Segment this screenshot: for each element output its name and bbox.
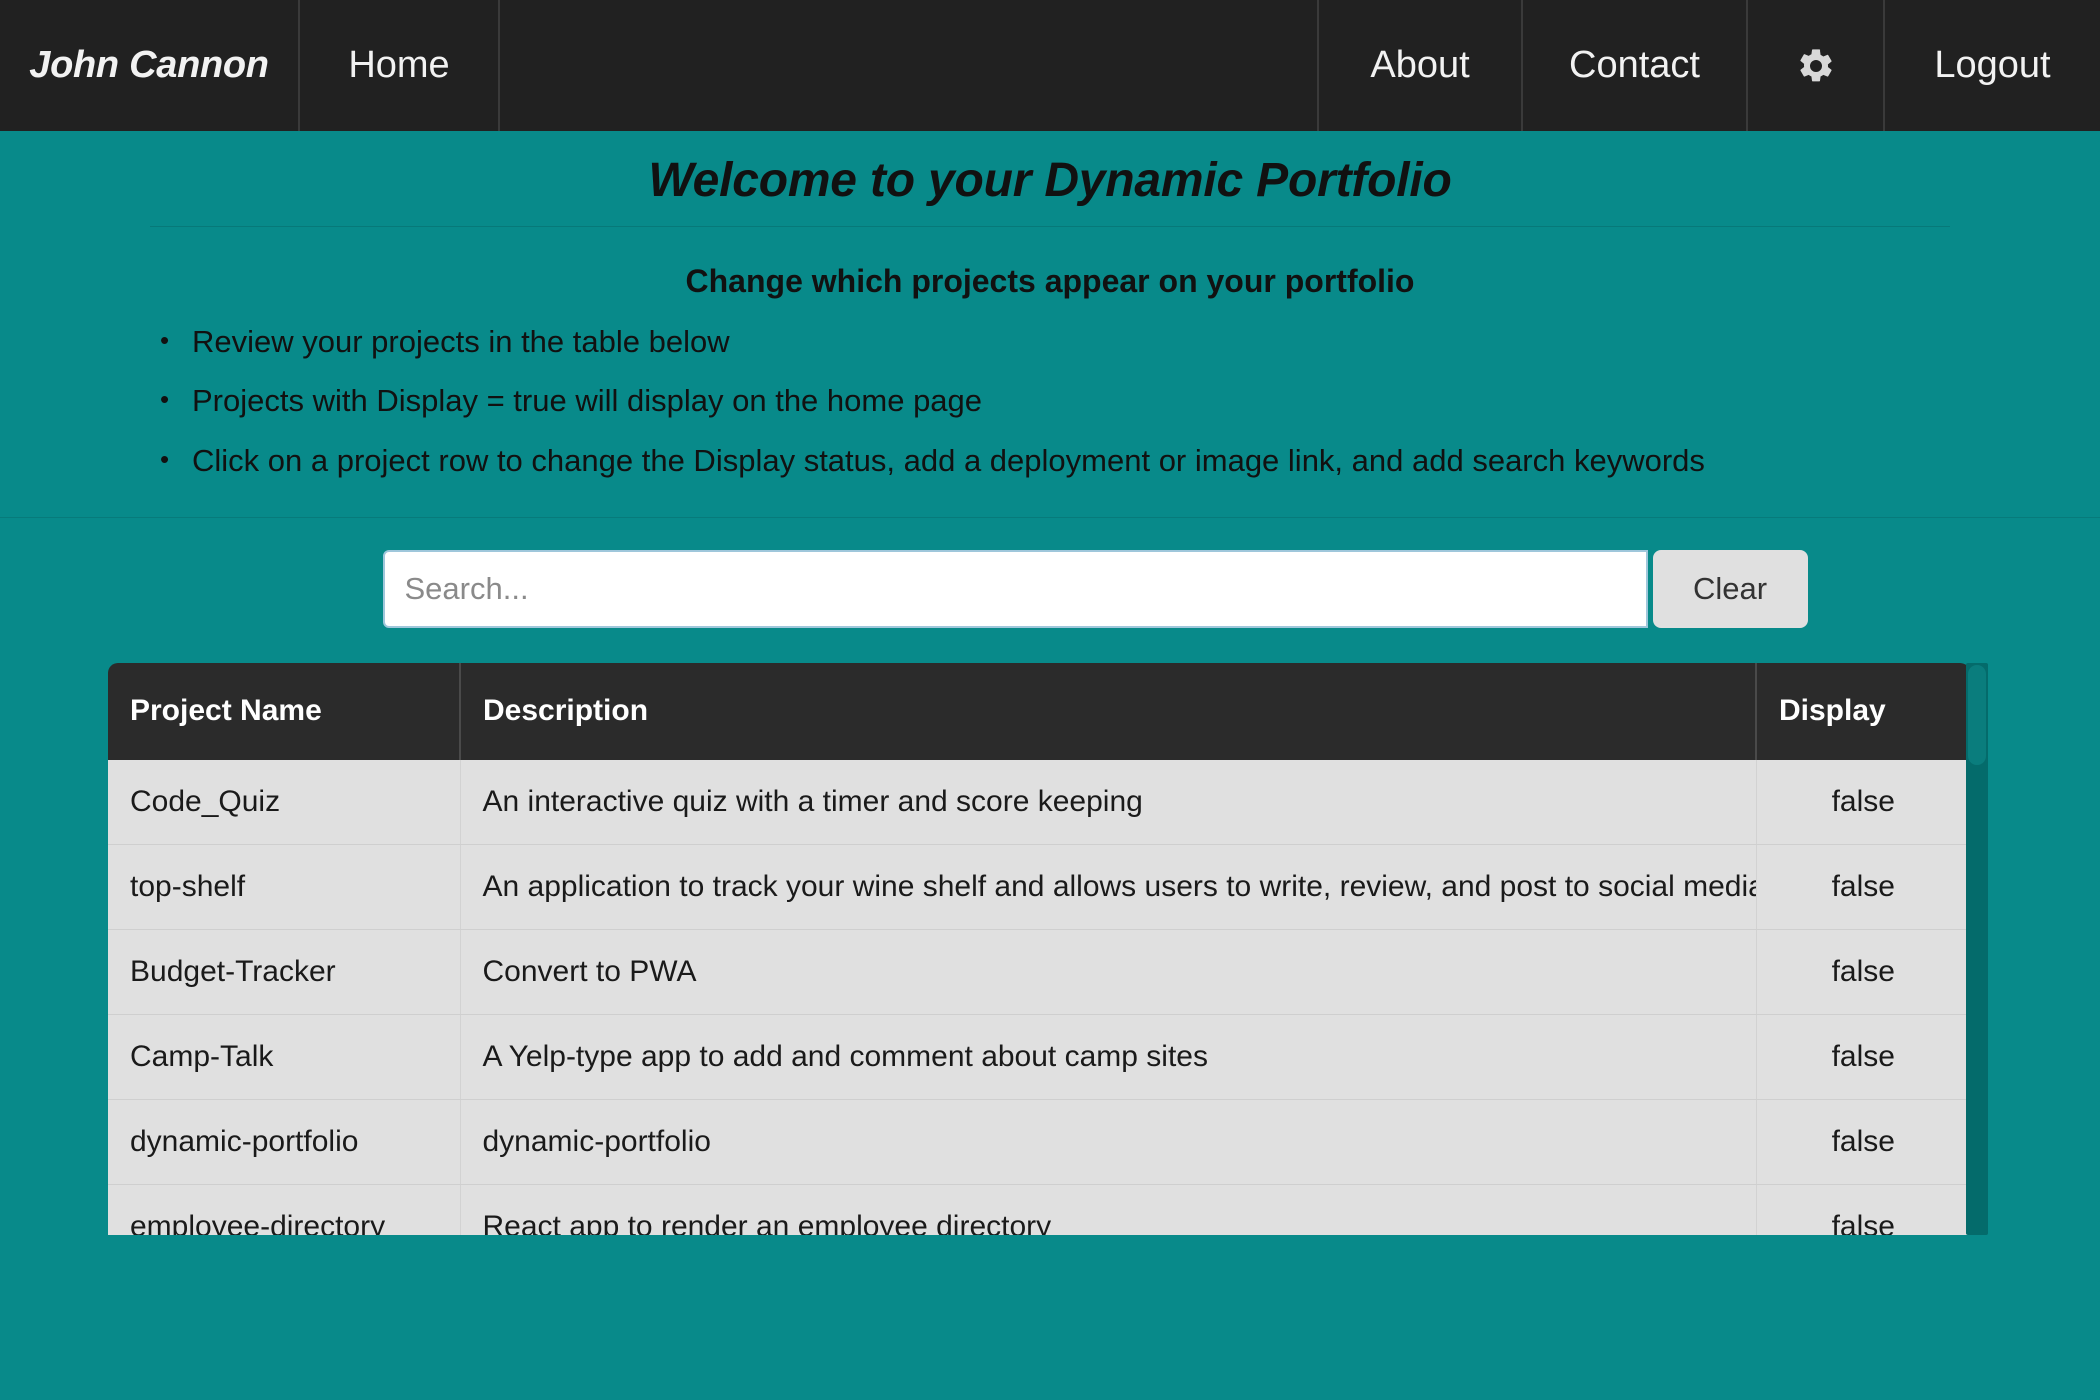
table-row[interactable]: top-shelf An application to track your w…: [108, 844, 1970, 931]
column-header-project-name[interactable]: Project Name: [108, 662, 461, 760]
search-bar: Clear: [0, 518, 2100, 628]
nav-brand[interactable]: John Cannon: [0, 0, 300, 131]
instructions-list: Review your projects in the table below …: [0, 312, 2100, 491]
table-row[interactable]: Code_Quiz An interactive quiz with a tim…: [108, 759, 1970, 846]
cell-project-name: top-shelf: [108, 844, 461, 931]
cell-project-name: Code_Quiz: [108, 759, 461, 846]
table-scrollbar[interactable]: [1966, 662, 1988, 1235]
nav-about-label: About: [1370, 44, 1470, 86]
list-item: Review your projects in the table below: [160, 312, 2100, 372]
table-row[interactable]: Budget-Tracker Convert to PWA false: [108, 929, 1970, 1016]
page-title: Welcome to your Dynamic Portfolio: [648, 154, 1452, 207]
cell-project-name: Budget-Tracker: [108, 929, 461, 1016]
table-scrollbar-thumb[interactable]: [1968, 664, 1986, 765]
cell-description: Convert to PWA: [460, 929, 1757, 1016]
clear-button[interactable]: Clear: [1652, 549, 1808, 628]
search-group: Clear: [382, 549, 1808, 628]
list-item: Click on a project row to change the Dis…: [160, 431, 2100, 491]
navbar-spacer: [500, 0, 1319, 131]
nav-contact-label: Contact: [1569, 44, 1700, 86]
column-header-description[interactable]: Description: [460, 662, 1757, 760]
nav-logout-label: Logout: [1934, 44, 2051, 86]
cell-description: dynamic-portfolio: [460, 1099, 1757, 1186]
cell-project-name: dynamic-portfolio: [108, 1099, 461, 1186]
nav-home-label: Home: [348, 44, 450, 86]
projects-table-body: Code_Quiz An interactive quiz with a tim…: [108, 759, 1970, 1235]
column-header-display[interactable]: Display: [1756, 662, 1970, 760]
cell-display: false: [1756, 759, 1970, 846]
cell-project-name: employee-directory: [108, 1184, 461, 1235]
cell-description: An interactive quiz with a timer and sco…: [460, 759, 1757, 846]
page-subtitle: Change which projects appear on your por…: [685, 262, 1415, 299]
nav-item-settings[interactable]: [1748, 0, 1885, 131]
nav-item-logout[interactable]: Logout: [1885, 0, 2100, 131]
page-header: Welcome to your Dynamic Portfolio Change…: [0, 131, 2100, 517]
gear-icon: [1796, 46, 1836, 86]
search-input[interactable]: [382, 549, 1648, 628]
projects-table-container: Project Name Description Display Code_Qu…: [108, 662, 1988, 1235]
cell-project-name: Camp-Talk: [108, 1014, 461, 1101]
cell-display: false: [1756, 1014, 1970, 1101]
cell-description: A Yelp-type app to add and comment about…: [460, 1014, 1757, 1101]
nav-item-home[interactable]: Home: [300, 0, 500, 131]
projects-table: Project Name Description Display Code_Qu…: [108, 662, 1970, 1235]
cell-display: false: [1756, 844, 1970, 931]
table-row[interactable]: Camp-Talk A Yelp-type app to add and com…: [108, 1014, 1970, 1101]
list-item: Projects with Display = true will displa…: [160, 371, 2100, 431]
cell-description: React app to render an employee director…: [460, 1184, 1757, 1235]
cell-display: false: [1756, 1184, 1970, 1235]
table-header-row: Project Name Description Display: [108, 662, 1970, 760]
nav-brand-label: John Cannon: [29, 44, 269, 86]
nav-item-about[interactable]: About: [1319, 0, 1523, 131]
table-row[interactable]: dynamic-portfolio dynamic-portfolio fals…: [108, 1099, 1970, 1186]
cell-display: false: [1756, 1099, 1970, 1186]
projects-table-head: Project Name Description Display: [108, 662, 1970, 760]
nav-item-contact[interactable]: Contact: [1523, 0, 1748, 131]
navbar: John Cannon Home About Contact Logout: [0, 0, 2100, 131]
cell-display: false: [1756, 929, 1970, 1016]
cell-description: An application to track your wine shelf …: [460, 844, 1757, 931]
table-row[interactable]: employee-directory React app to render a…: [108, 1184, 1970, 1235]
projects-table-scroll[interactable]: Project Name Description Display Code_Qu…: [108, 662, 1988, 1235]
